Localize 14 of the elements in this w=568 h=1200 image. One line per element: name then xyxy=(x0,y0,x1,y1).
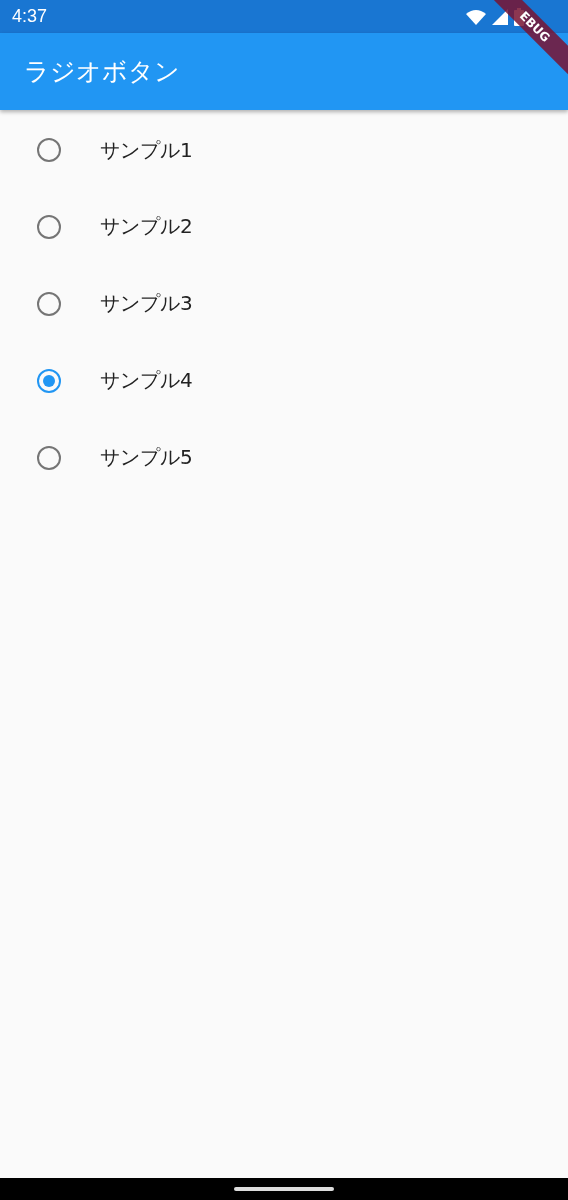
radio-button[interactable] xyxy=(37,214,61,239)
radio-button[interactable] xyxy=(37,368,61,393)
radio-button[interactable] xyxy=(37,445,61,470)
radio-button[interactable] xyxy=(37,291,61,316)
radio-button[interactable] xyxy=(37,138,61,162)
app-bar-title: ラジオボタン xyxy=(24,56,180,88)
radio-label: サンプル4 xyxy=(100,367,193,394)
radio-label: サンプル5 xyxy=(100,444,193,471)
radio-label: サンプル3 xyxy=(100,290,193,317)
status-time: 4:37 xyxy=(12,6,48,27)
wifi-icon xyxy=(466,8,486,25)
radio-label: サンプル1 xyxy=(100,136,193,164)
radio-label: サンプル2 xyxy=(100,213,193,240)
home-handle[interactable] xyxy=(234,1187,334,1191)
